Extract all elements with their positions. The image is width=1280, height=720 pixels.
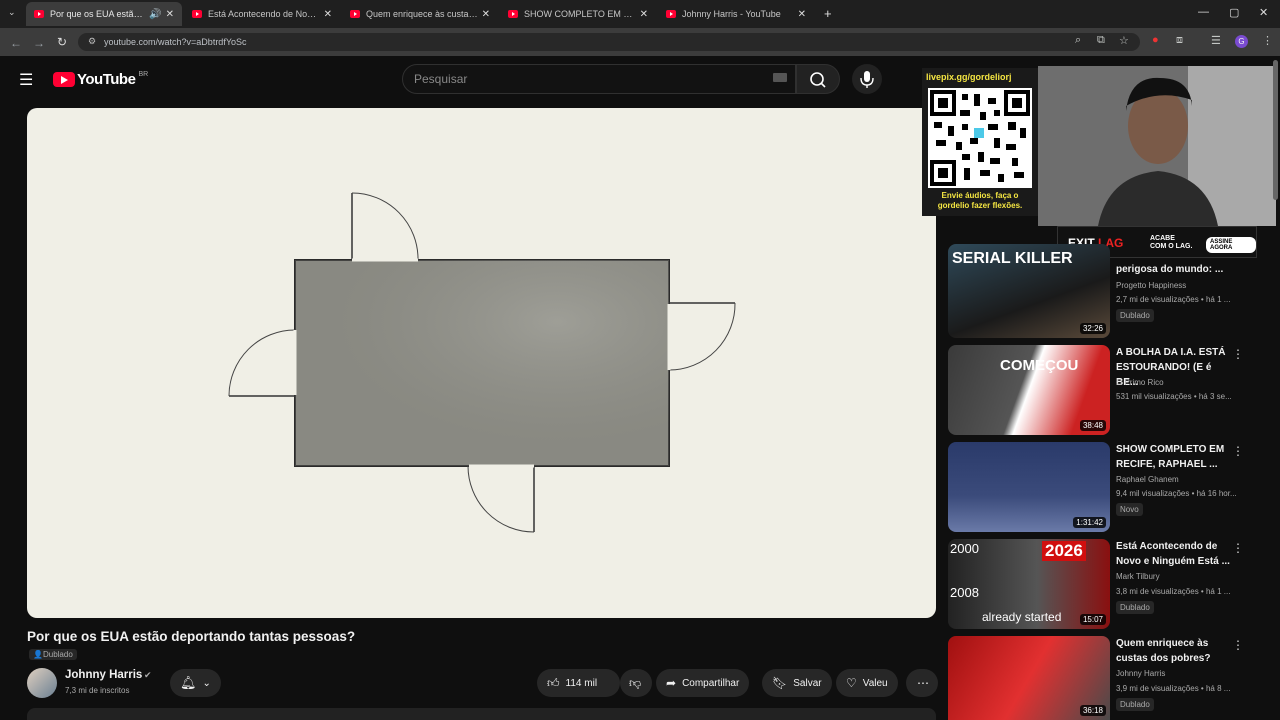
- video-player[interactable]: [27, 108, 936, 618]
- install-icon[interactable]: ⧉: [1097, 34, 1105, 47]
- chevron-down-icon: ⌄: [202, 677, 211, 689]
- new-tab-icon[interactable]: +: [824, 6, 832, 21]
- channel-avatar[interactable]: [27, 668, 57, 698]
- like-button[interactable]: 👍︎ 114 mil: [537, 669, 620, 697]
- youtube-favicon-icon: [350, 10, 360, 18]
- description-box[interactable]: [27, 708, 936, 720]
- more-vertical-icon[interactable]: ⋮: [1232, 541, 1244, 555]
- maximize-icon[interactable]: ▢: [1229, 6, 1239, 19]
- sidebar-title-5[interactable]: Quem enriquece às custas dos pobres?: [1116, 636, 1234, 666]
- tab-close-icon[interactable]: ✕: [166, 9, 174, 20]
- youtube-favicon-icon: [192, 10, 202, 18]
- tab-close-icon[interactable]: ✕: [640, 9, 648, 20]
- youtube-favicon-icon: [508, 10, 518, 18]
- tab-search-chevron-icon[interactable]: ⌄: [8, 7, 16, 18]
- qr-code: [928, 88, 1032, 188]
- close-window-icon[interactable]: ✕: [1259, 6, 1268, 19]
- sidebar-thumb-2[interactable]: COMEÇOU 38:48: [948, 345, 1110, 435]
- bookmark-star-icon[interactable]: ☆: [1119, 34, 1129, 47]
- more-vertical-icon[interactable]: ⋮: [1232, 638, 1244, 652]
- reading-list-icon[interactable]: ☰: [1211, 34, 1221, 47]
- menu-kebab-icon[interactable]: ⋮: [1262, 34, 1273, 47]
- speaker-icon[interactable]: 🔊: [149, 9, 161, 20]
- reload-icon[interactable]: ↻: [57, 35, 67, 49]
- thanks-button[interactable]: ♡ Valeu: [836, 669, 898, 697]
- dubbed-badge: 👤Dublado: [29, 649, 77, 660]
- more-horizontal-icon: ⋯: [917, 676, 929, 690]
- bell-icon: 🔔︎: [180, 675, 197, 690]
- thumbs-down-icon: 👎︎: [629, 675, 642, 690]
- more-actions-button[interactable]: ⋯: [906, 669, 938, 697]
- verified-icon: ✔: [144, 670, 152, 680]
- minimize-icon[interactable]: —: [1198, 6, 1209, 18]
- qr-caption: Envie áudios, faça o gordelio fazer flex…: [937, 191, 1023, 210]
- video-title: Por que os EUA estão deportando tantas p…: [27, 629, 356, 644]
- more-vertical-icon[interactable]: ⋮: [1232, 347, 1244, 361]
- save-button[interactable]: 🔖︎ Salvar: [762, 669, 832, 697]
- search-input[interactable]: Pesquisar: [402, 64, 796, 94]
- share-button[interactable]: ➦ Compartilhar: [656, 669, 750, 697]
- tab-3[interactable]: Quem enriquece às custas dos ✕: [342, 2, 498, 26]
- qr-overlay: livepix.gg/gordeliorj Envie áudios, faça…: [922, 68, 1038, 216]
- tab-4[interactable]: SHOW COMPLETO EM RECIFE, ✕: [500, 2, 656, 26]
- tab-2[interactable]: Está Acontecendo de Novo e N ✕: [184, 2, 340, 26]
- browser-tab-bar: ⌄ Por que os EUA estão depo 🔊 ✕ Está Aco…: [0, 0, 1280, 28]
- tab-1[interactable]: Por que os EUA estão depo 🔊 ✕: [26, 2, 182, 26]
- microphone-icon: [860, 71, 874, 88]
- notification-bell-button[interactable]: 🔔︎ ⌄: [170, 669, 221, 697]
- youtube-favicon-icon: [34, 10, 44, 18]
- sidebar-title-1[interactable]: perigosa do mundo: ...: [1116, 262, 1234, 277]
- banner-cta: ACABE COM O LAG.: [1150, 235, 1193, 250]
- extensions-icon[interactable]: ⧈: [1176, 34, 1183, 47]
- sidebar-thumb-4[interactable]: 2000 2008 2026 already started 15:07: [948, 539, 1110, 629]
- tab-close-icon[interactable]: ✕: [482, 9, 490, 20]
- url-text[interactable]: youtube.com/watch?v=aDbtrdfYoSc: [104, 37, 247, 47]
- search-icon: [810, 72, 826, 88]
- channel-name[interactable]: Johnny Harris: [65, 669, 142, 681]
- profile-avatar[interactable]: G: [1235, 35, 1248, 48]
- webcam-overlay: [1038, 66, 1276, 226]
- youtube-play-logo-icon: [53, 72, 75, 87]
- voice-search-button[interactable]: [852, 64, 882, 94]
- sidebar-thumb-3[interactable]: 1:31:42: [948, 442, 1110, 532]
- forward-icon[interactable]: →: [33, 36, 45, 50]
- zoom-icon[interactable]: ⌕: [1075, 34, 1081, 47]
- tab-close-icon[interactable]: ✕: [324, 9, 332, 20]
- tab-close-icon[interactable]: ✕: [798, 9, 806, 20]
- video-frame-floorplan: [228, 192, 736, 533]
- keyboard-icon[interactable]: [773, 73, 787, 82]
- subscriber-count: 7,3 mi de inscritos: [65, 686, 130, 695]
- dislike-button[interactable]: 👎︎: [620, 669, 652, 697]
- extension-record-icon[interactable]: ●: [1152, 34, 1159, 46]
- youtube-logo[interactable]: YouTube BR: [53, 71, 148, 88]
- page-scrollbar[interactable]: [1273, 60, 1278, 200]
- sidebar-title-4[interactable]: Está Acontecendo de Novo e Ninguém Está …: [1116, 539, 1234, 569]
- thumbs-up-icon: 👍︎: [547, 675, 560, 690]
- youtube-favicon-icon: [666, 10, 676, 18]
- super-thanks-icon: ♡: [846, 676, 857, 690]
- search-button[interactable]: [796, 64, 840, 94]
- tab-5[interactable]: Johnny Harris - YouTube ✕: [658, 2, 814, 26]
- person-icon: 👤: [33, 650, 43, 659]
- sidebar-thumb-1[interactable]: SERIAL KILLER 32:26: [948, 244, 1110, 338]
- more-vertical-icon[interactable]: ⋮: [1232, 444, 1244, 458]
- sidebar-thumb-5[interactable]: 36:18: [948, 636, 1110, 720]
- share-arrow-icon: ➦: [666, 676, 677, 690]
- back-icon[interactable]: ←: [10, 36, 22, 50]
- bookmark-icon: 🔖︎: [772, 676, 788, 690]
- sidebar-title-3[interactable]: SHOW COMPLETO EM RECIFE, RAPHAEL ...: [1116, 442, 1234, 472]
- site-info-icon[interactable]: ⚙: [88, 36, 96, 47]
- hamburger-menu-icon[interactable]: ☰: [19, 70, 33, 90]
